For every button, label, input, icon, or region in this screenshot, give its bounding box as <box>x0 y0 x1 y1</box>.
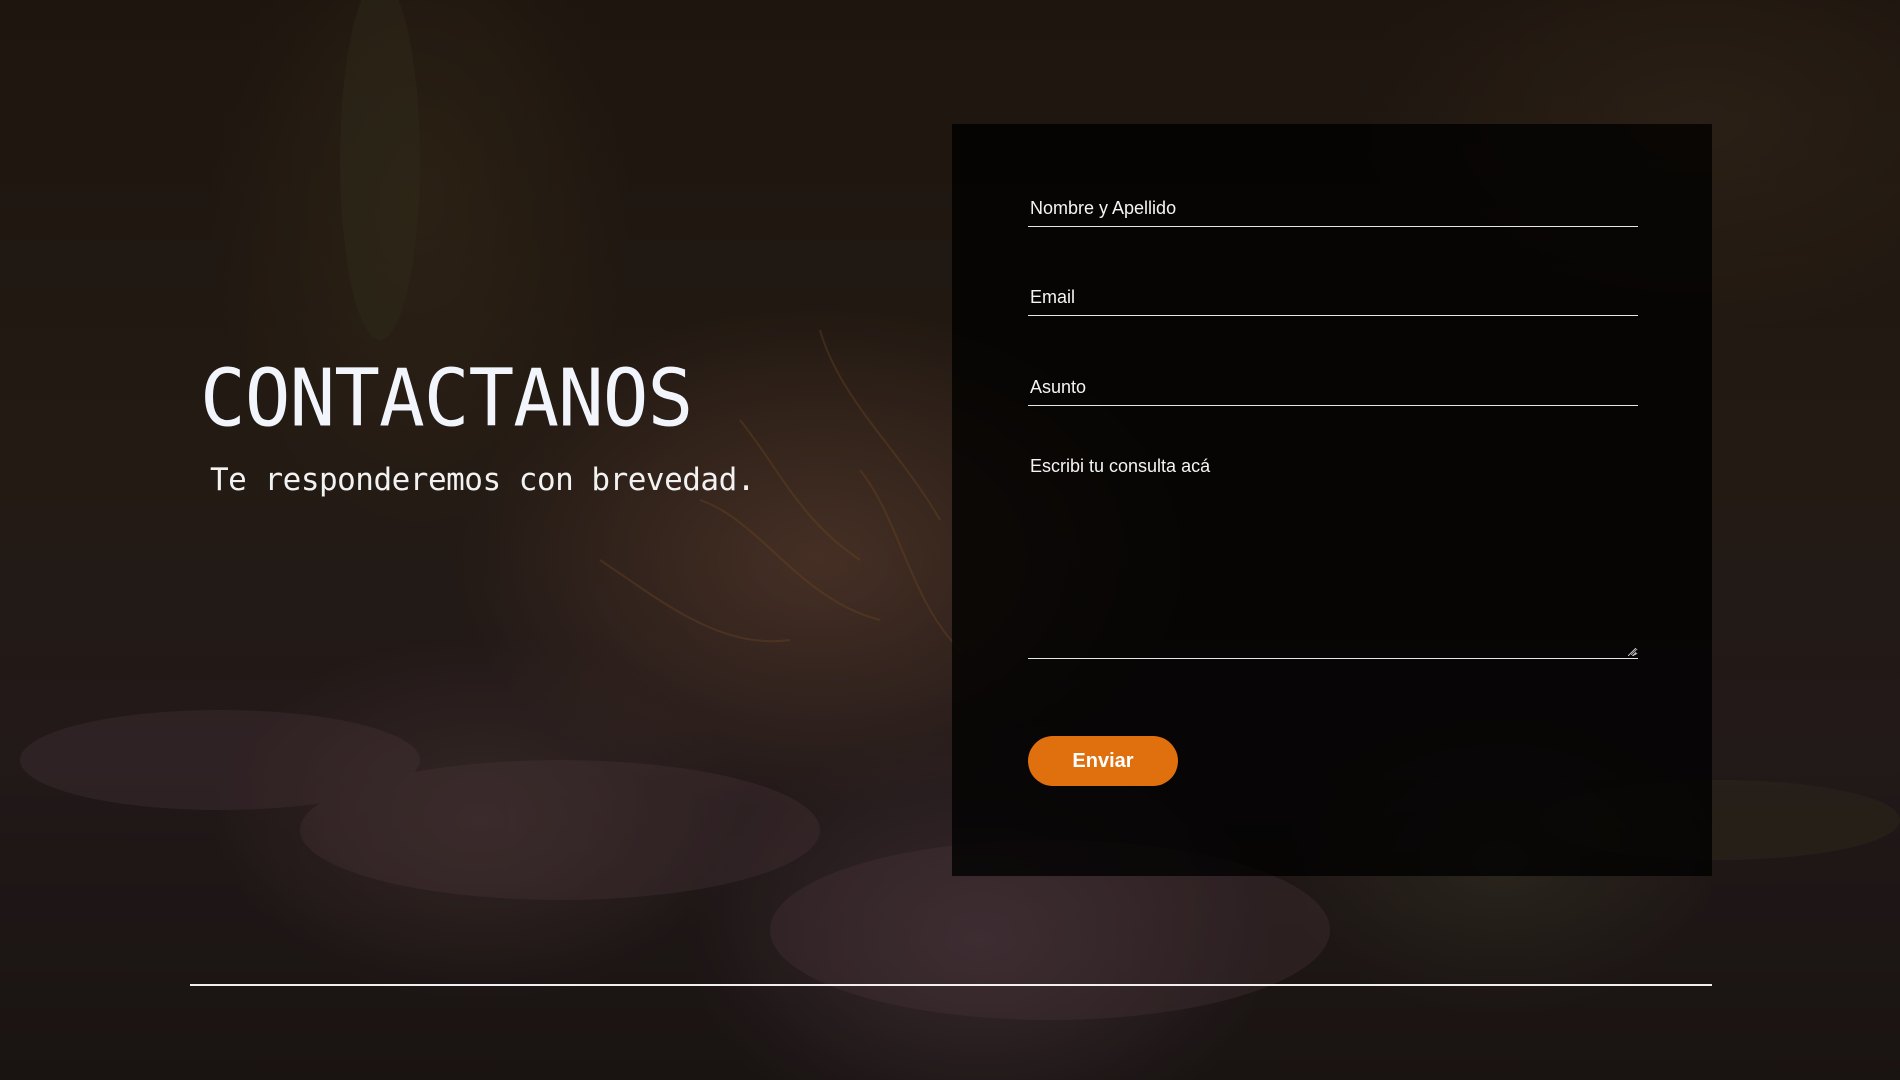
subject-input[interactable] <box>1028 369 1638 405</box>
email-field <box>1028 279 1638 316</box>
message-field <box>1028 450 1638 659</box>
email-input[interactable] <box>1028 279 1638 315</box>
name-input[interactable] <box>1028 190 1638 226</box>
contact-page: CONTACTANOS Te responderemos con breveda… <box>0 0 1900 1080</box>
page-subtitle: Te responderemos con brevedad. <box>210 462 755 498</box>
hero-section: CONTACTANOS Te responderemos con breveda… <box>200 350 920 498</box>
send-button[interactable]: Enviar <box>1028 736 1178 786</box>
resize-handle-icon[interactable] <box>1628 648 1636 656</box>
subject-field <box>1028 369 1638 406</box>
footer-divider <box>190 984 1712 986</box>
contact-form: Enviar <box>952 124 1712 876</box>
page-title: CONTACTANOS <box>200 350 693 445</box>
message-textarea[interactable] <box>1028 450 1638 656</box>
name-field <box>1028 190 1638 227</box>
